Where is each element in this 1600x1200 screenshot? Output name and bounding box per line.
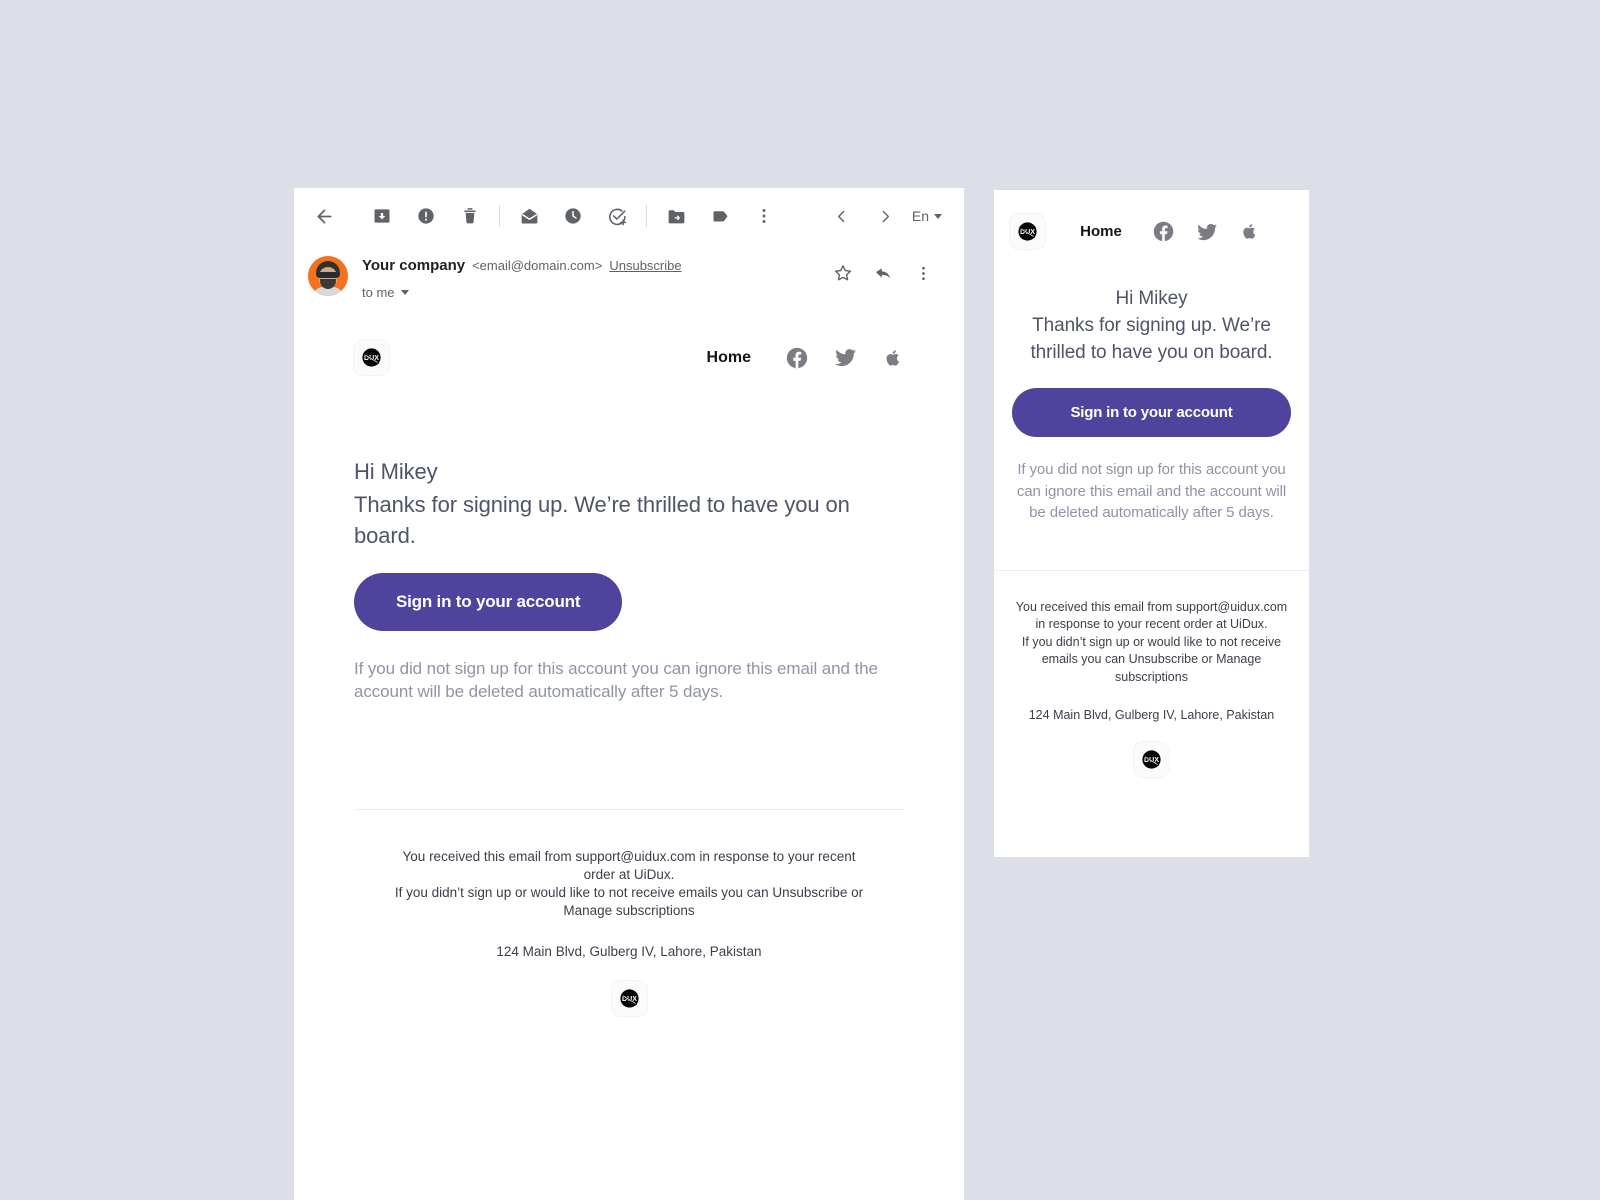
star-button[interactable]	[828, 258, 858, 288]
message-header: Your company <email@domain.com> Unsubscr…	[294, 244, 964, 300]
tag-icon	[712, 210, 727, 222]
star-icon	[834, 265, 852, 281]
email-nav: Home	[707, 345, 904, 370]
nav-home-link[interactable]: Home	[707, 349, 751, 367]
labels-button[interactable]	[698, 194, 742, 238]
mobile-nav: Home	[1045, 220, 1291, 244]
reply-arrow-icon	[875, 267, 890, 278]
message-toolbar: En	[294, 188, 964, 244]
email-footer: You received this email from support@uid…	[354, 810, 904, 1016]
check-circle-plus-icon	[608, 208, 626, 225]
recipient-label: to me	[362, 285, 395, 300]
dux-logo-icon: DUX	[1018, 222, 1037, 241]
facebook-icon[interactable]	[785, 346, 809, 370]
footer-address: 124 Main Blvd, Gulberg IV, Lahore, Pakis…	[496, 944, 762, 959]
mobile-nav-home-link[interactable]: Home	[1080, 223, 1122, 240]
chevron-down-icon	[400, 290, 409, 295]
kebab-menu-icon	[762, 209, 766, 223]
folder-move-icon	[668, 209, 684, 223]
toolbar-divider-2	[646, 205, 647, 227]
twitter-bird-glyph	[835, 349, 856, 366]
email-reader-panel: En Your company <email@domain.com> Unsub…	[294, 188, 964, 1200]
apple-icon[interactable]	[882, 347, 904, 369]
dux-logo-icon: DUX	[1142, 750, 1161, 769]
delete-button[interactable]	[448, 194, 492, 238]
report-spam-button[interactable]	[404, 194, 448, 238]
email-content: DUX Home	[294, 300, 964, 1016]
mobile-preview-panel: DUX Home	[994, 190, 1309, 857]
mobile-sign-in-button[interactable]: Sign in to your account	[1012, 388, 1291, 437]
mobile-footer-line-2: If you didn’t sign up or would like to n…	[1021, 634, 1282, 684]
mobile-footer-line-1: You received this email from support@uid…	[1015, 599, 1288, 632]
mobile-footer-address: 124 Main Blvd, Gulberg IV, Lahore, Pakis…	[1028, 708, 1275, 722]
add-to-tasks-button[interactable]	[595, 194, 639, 238]
alert-circle-icon	[418, 208, 434, 224]
dux-logo-icon: DUX	[619, 989, 639, 1008]
toolbar-divider-1	[499, 205, 500, 227]
mobile-footer: You received this email from support@uid…	[994, 571, 1309, 777]
arrow-left-icon	[317, 209, 331, 223]
snooze-button[interactable]	[551, 194, 595, 238]
dux-logo-footer[interactable]: DUX	[611, 981, 647, 1016]
reply-button[interactable]	[868, 258, 898, 288]
hero-subtitle: Thanks for signing up. We’re thrilled to…	[354, 492, 850, 548]
dux-logo-mobile-footer[interactable]: DUX	[1134, 742, 1169, 777]
footer-line-2: If you didn’t sign up or would like to n…	[394, 885, 864, 918]
envelope-open-icon	[521, 208, 537, 223]
mobile-logo-wrap: DUX	[1010, 214, 1045, 249]
dux-logo-icon: DUX	[362, 348, 381, 367]
apple-glyph	[1243, 224, 1256, 239]
recipient-row[interactable]: to me	[362, 285, 828, 300]
apple-icon[interactable]	[1239, 221, 1260, 242]
dux-logo[interactable]: DUX	[354, 340, 389, 375]
kebab-menu-icon	[921, 266, 925, 280]
screen: En Your company <email@domain.com> Unsub…	[0, 0, 1600, 1200]
sender-email: <email@domain.com>	[472, 258, 603, 273]
email-brand-bar: DUX Home	[354, 340, 904, 375]
trash-icon	[464, 208, 476, 224]
archive-button[interactable]	[360, 194, 404, 238]
message-more-button[interactable]	[908, 258, 938, 288]
archive-icon	[374, 209, 390, 223]
language-label: En	[911, 208, 929, 224]
mobile-hero-greeting: Hi Mikey	[1115, 288, 1188, 309]
mobile-hero-subtitle: Thanks for signing up. We’re thrilled to…	[1030, 315, 1273, 363]
chevron-down-icon	[934, 213, 942, 219]
twitter-icon[interactable]	[833, 345, 858, 370]
footer-line-1: You received this email from support@uid…	[402, 849, 856, 882]
back-button[interactable]	[302, 194, 346, 238]
sender-identity-line: Your company <email@domain.com> Unsubscr…	[362, 256, 828, 276]
message-actions	[828, 252, 938, 288]
facebook-icon[interactable]	[1152, 220, 1175, 243]
twitter-icon[interactable]	[1195, 220, 1219, 244]
footer-logo-wrap: DUX	[394, 981, 864, 1016]
avatar-sunglasses	[317, 272, 339, 278]
apple-glyph	[886, 349, 900, 366]
email-hero: Hi Mikey Thanks for signing up. We’re th…	[354, 457, 904, 703]
mobile-hero: Hi Mikey Thanks for signing up. We’re th…	[994, 249, 1309, 524]
mobile-footer-logo-wrap: DUX	[1012, 742, 1291, 777]
sender-details: Your company <email@domain.com> Unsubscr…	[348, 252, 828, 300]
sender-name: Your company	[362, 257, 466, 274]
more-options-button[interactable]	[742, 194, 786, 238]
facebook-glyph	[786, 347, 808, 368]
mobile-brand-bar: DUX Home	[994, 190, 1309, 249]
mobile-hero-disclaimer: If you did not sign up for this account …	[1016, 461, 1287, 521]
chevron-left-icon	[838, 210, 845, 222]
chevron-right-icon	[883, 210, 890, 222]
clock-icon	[565, 208, 581, 224]
hero-disclaimer: If you did not sign up for this account …	[354, 659, 878, 701]
mark-unread-button[interactable]	[507, 194, 551, 238]
move-to-button[interactable]	[654, 194, 698, 238]
older-message-button[interactable]	[864, 194, 908, 238]
facebook-glyph	[1153, 221, 1174, 242]
dux-logo-mobile[interactable]: DUX	[1010, 214, 1045, 249]
twitter-bird-glyph	[1196, 223, 1217, 240]
newer-message-button[interactable]	[820, 194, 864, 238]
sign-in-button[interactable]: Sign in to your account	[354, 573, 623, 631]
unsubscribe-link[interactable]: Unsubscribe	[609, 256, 681, 276]
avatar	[308, 256, 348, 296]
hero-greeting: Hi Mikey	[354, 459, 438, 484]
language-selector[interactable]: En	[908, 202, 946, 230]
